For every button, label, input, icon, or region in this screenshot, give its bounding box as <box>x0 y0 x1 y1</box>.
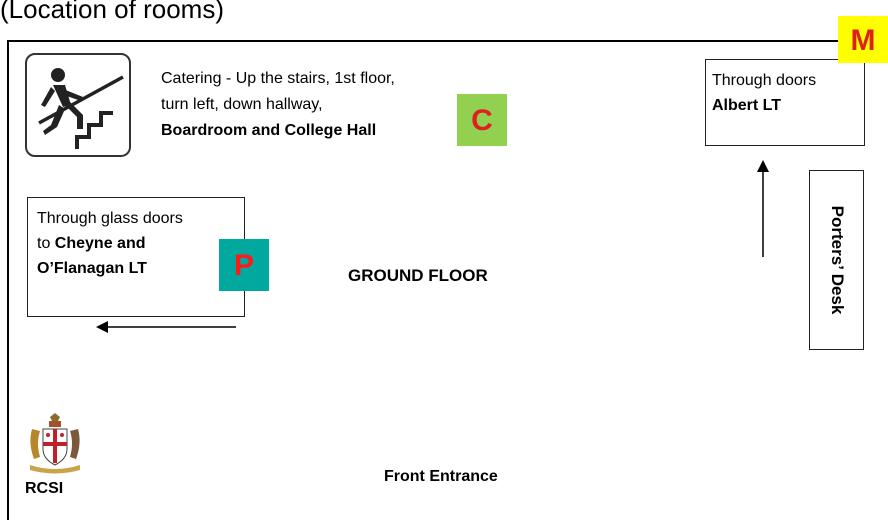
rcsi-logo-text: RCSI <box>25 480 64 497</box>
rcsi-logo: RCSI <box>22 413 88 501</box>
crest-icon <box>30 413 80 474</box>
direction-arrows <box>96 160 769 333</box>
front-entrance-label: Front Entrance <box>384 468 498 485</box>
